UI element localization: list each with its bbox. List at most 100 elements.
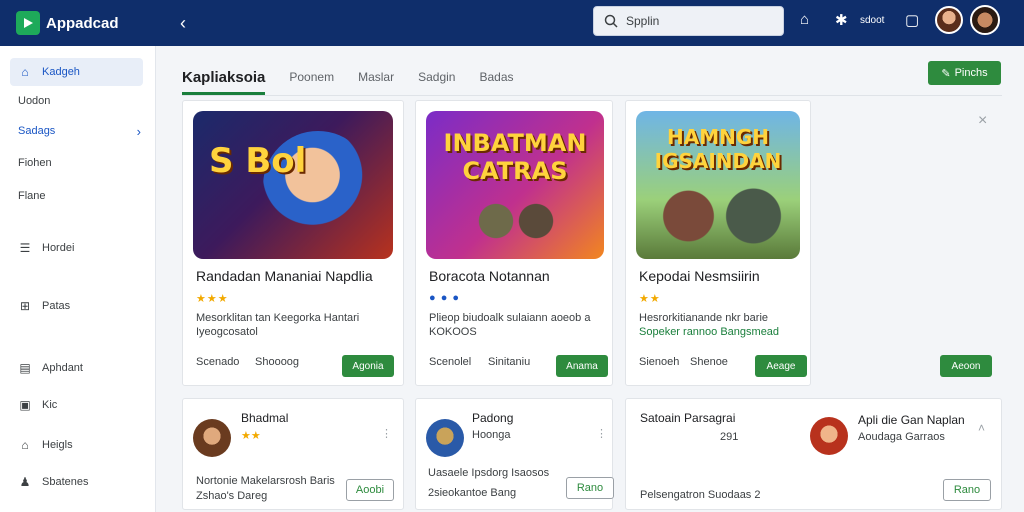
thumbnail-title: INBATMAN CATRAS [443,129,587,185]
close-icon[interactable]: × [978,112,987,130]
card-title: Boracota Notannan [429,268,550,284]
mini-card-title: Bhadmal [241,411,289,425]
tab-bar: Kapliaksoia Poonem Maslar Sadgin Badas [182,58,514,96]
mini-app-card-wide[interactable]: Satoain Parsagrai 291 Pelsengatron Suoda… [625,398,1002,510]
description-line: KOKOOS [429,326,477,338]
sidebar-item-label: Sbatenes [42,476,89,488]
install-button[interactable]: Agonia [342,355,394,377]
tab-poonem[interactable]: Poonem [289,70,334,84]
tab-kapliaksoia[interactable]: Kapliaksoia [182,60,266,95]
rating-stars: ● ● ● [429,292,461,304]
clipboard-icon: ▤ [19,361,31,375]
sidebar-item-label: Uodon [18,95,51,107]
more-icon[interactable]: ⋮ [381,427,392,440]
app-card[interactable]: HAMNGH IGSAINDAN Kepodai Nesmsiirin ★★ H… [625,100,811,386]
chevron-right-icon: › [136,123,141,139]
settings-icon[interactable]: ✱ [835,11,848,29]
mini-card-line: Nortonie Makelarsrosh Baris [196,475,335,487]
sidebar-item-kic[interactable]: ▣ Kic [10,391,143,419]
mini-card-right-title: Apli die Gan Naplan [858,413,965,427]
brand[interactable]: Appadcad [0,0,156,46]
sidebar-item-label: Sadags [18,125,56,137]
card-description: Mesorklitan tan Keegorka Hantari Iyeogco… [196,311,396,339]
description-line: Hesrorkitianande nkr barie [639,312,769,324]
back-icon[interactable]: ‹ [180,13,200,34]
chevron-up-icon[interactable]: ˄ [978,421,985,435]
more-icon[interactable]: ⋮ [596,427,607,440]
app-thumbnail: INBATMAN CATRAS [426,111,604,259]
rating-stars: ★★★ [196,293,229,305]
sidebar-item-fiohen[interactable]: Fiohen [10,149,143,177]
sidebar-item-label: Fiohen [18,157,52,169]
card-meta: Scenado [196,356,240,368]
thumbnail-title: S Bol [209,141,307,181]
thumbnail-title: HAMNGH IGSAINDAN [654,125,782,173]
mini-app-card[interactable]: Bhadmal ★★ ⋮ Nortonie Makelarsrosh Baris… [182,398,404,510]
sidebar-item-uodon[interactable]: Uodon [10,87,143,115]
app-card[interactable]: INBATMAN CATRAS Boracota Notannan ● ● ● … [415,100,613,386]
card-title: Kepodai Nesmsiirin [639,268,760,284]
sidebar-item-patas[interactable]: ⊞ Patas [10,292,143,320]
extra-button[interactable]: Aeoon [940,355,992,377]
app-thumbnail: S Bol [193,111,393,259]
primary-button-label: Pinchs [954,67,988,79]
avatar[interactable] [935,6,963,34]
tab-sadgin[interactable]: Sadgin [418,70,455,84]
bookmark-icon[interactable]: ⌂ [800,11,809,28]
install-button[interactable]: Anama [556,355,608,377]
character-art [656,181,786,251]
sidebar-item-home[interactable]: ⌂ Kadgeh [10,58,143,86]
mini-card-line: Pelsengatron Suodaas 2 [640,489,761,501]
install-button[interactable]: Aeage [755,355,807,377]
mini-card-title: Padong [472,411,514,425]
sidebar-item-heigls[interactable]: ⌂ Heigls [10,431,143,459]
search-icon [604,14,618,28]
primary-button[interactable]: ✎ Pinchs [928,61,1001,85]
app-thumbnail: HAMNGH IGSAINDAN [636,111,800,259]
grid-icon: ⊞ [19,299,31,313]
card-description: Hesrorkitianande nkr barie Sopeker ranno… [639,311,809,339]
sidebar-item-hordei[interactable]: ☰ Hordei [10,234,143,262]
mini-card-line: Zshao's Dareg [196,490,268,502]
description-line: Plieop biudoalk sulaiann aoeob a [429,312,591,324]
app-logo [16,11,40,35]
open-button[interactable]: Rano [943,479,991,501]
sidebar-item-label: Flane [18,190,46,202]
app-avatar [193,419,231,457]
app-name: Appadcad [46,14,119,32]
mini-card-count: 291 [720,431,739,443]
tab-badas[interactable]: Badas [479,70,513,84]
open-button[interactable]: Aoobi [346,479,394,501]
sidebar-item-aphdant[interactable]: ▤ Aphdant [10,354,143,382]
user-text: sdoot [860,15,885,26]
sidebar-item-sbatenes[interactable]: ♟ Sbatenes [10,468,143,496]
description-line: Sopeker rannoo Bangsmead [639,326,780,338]
card-meta-secondary: Shenoe [690,356,728,368]
app-card[interactable]: S Bol Randadan Mananiai Napdlia ★★★ Meso… [182,100,404,386]
search-input[interactable]: Spplin [593,6,784,36]
description-line: Iyeogcosatol [196,326,258,338]
profile-avatar[interactable] [970,5,1000,35]
sidebar-item-label: Heigls [42,439,73,451]
tab-divider [182,95,1002,96]
card-meta-secondary: Sinitaniu [488,356,531,368]
card-meta-secondary: Shoooog [255,356,300,368]
description-line: Mesorklitan tan Keegorka Hantari [196,312,360,324]
pencil-icon: ✎ [941,67,951,80]
mini-card-line: 2sieokantoe Bang [428,487,517,499]
app-avatar [810,417,848,455]
sidebar-item-sadags[interactable]: Sadags › [10,117,143,145]
card-meta: Sienoeh [639,356,680,368]
card-meta: Scenolel [429,356,472,368]
document-icon: ▣ [19,398,31,412]
mini-card-line: Uasaele Ipsdorg Isaosos [428,467,550,479]
people-icon: ♟ [19,475,31,489]
mini-card-right-line: Aoudaga Garraos [858,431,945,443]
card-title: Randadan Mananiai Napdlia [196,268,373,284]
open-button[interactable]: Rano [566,477,614,499]
tab-maslar[interactable]: Maslar [358,70,394,84]
tablet-icon[interactable]: ▢ [905,11,919,29]
sidebar-item-flane[interactable]: Flane [10,182,143,210]
mini-app-card[interactable]: Padong Hoonga ⋮ Uasaele Ipsdorg Isaosos … [415,398,614,510]
rating-stars: ★★ [241,430,261,442]
